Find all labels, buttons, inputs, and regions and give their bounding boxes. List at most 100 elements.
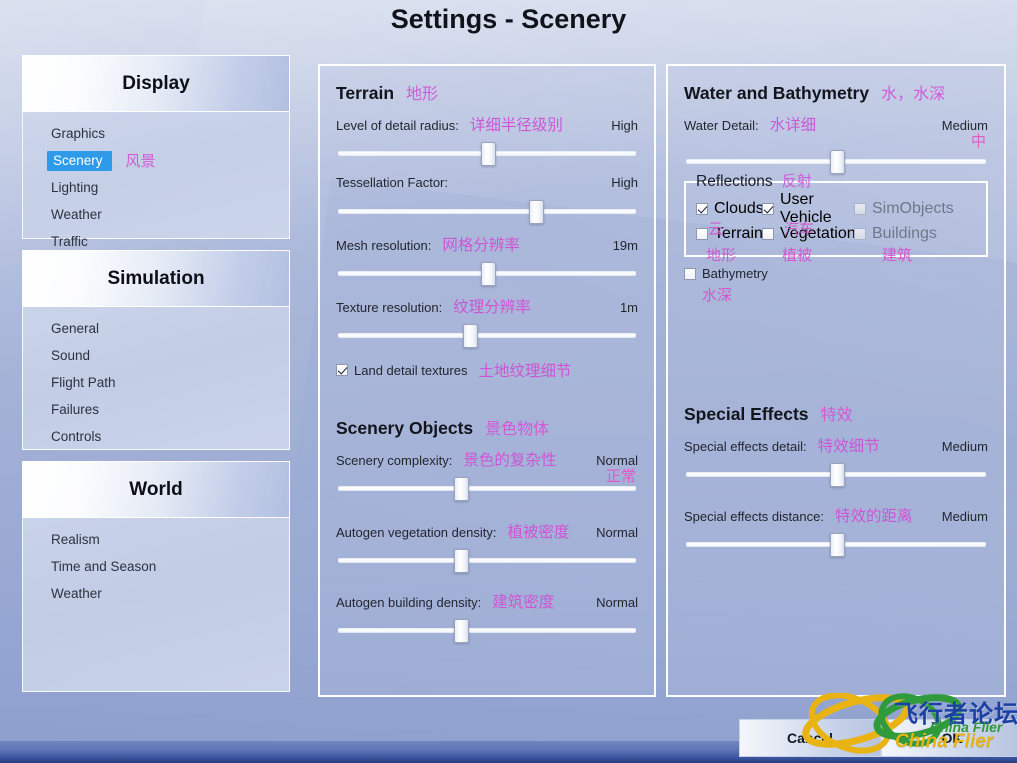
sidebar-item-label: Weather (51, 206, 102, 222)
settings-window: Settings - Scenery Display Graphics Scen… (0, 0, 1017, 763)
sidebar-item-sound[interactable]: Sound (23, 342, 289, 369)
checkbox-icon[interactable] (696, 227, 708, 240)
page-title: Settings - Scenery (390, 4, 627, 34)
checkbox-icon[interactable] (696, 202, 708, 215)
sidebar-item-realism[interactable]: Realism (23, 526, 289, 553)
slider-track[interactable] (338, 628, 636, 632)
sidebar-group-header-world[interactable]: World (22, 461, 290, 518)
reflections-legend-text: Reflections (696, 173, 773, 190)
reflections-groupbox: Reflections 反射 Clouds Terrain 云 地形 User … (684, 172, 988, 264)
sidebar-item-label: Lighting (51, 179, 99, 195)
slider-thumb[interactable] (481, 262, 496, 286)
slider-thumb[interactable] (453, 477, 469, 501)
slider-autogen-vegetation-density[interactable] (336, 548, 638, 573)
sidebar-group-header-simulation[interactable]: Simulation (22, 250, 290, 307)
sidebar-item-failures[interactable]: Failures (23, 396, 289, 423)
reflections-column-3: SimObjects Buildings 建筑 (854, 196, 964, 264)
checkbox-terrain[interactable]: Terrain (696, 221, 763, 246)
sidebar-item-scenery[interactable]: Scenery 风景 (23, 147, 289, 174)
control-annotation-cn: 特效细节 (817, 437, 880, 455)
control-row: Special effects distance: 特效的距离 Medium (684, 504, 988, 526)
sidebar-group-list-display: Graphics Scenery 风景 Lighting Weather Tra… (22, 112, 290, 249)
control-label: Scenery complexity: (336, 453, 453, 468)
sidebar-item-time-and-season[interactable]: Time and Season (23, 553, 289, 580)
sidebar-item-weather[interactable]: Weather (23, 201, 289, 228)
slider-thumb[interactable] (830, 533, 845, 557)
slider-special-effects-detail[interactable] (684, 462, 988, 487)
slider-track[interactable] (338, 558, 636, 562)
sidebar-item-flight-path[interactable]: Flight Path (23, 369, 289, 396)
control-annotation-cn: 水详细 (769, 116, 817, 134)
checkbox-buildings[interactable]: Buildings (854, 221, 964, 246)
slider-thumb[interactable] (481, 142, 496, 166)
slider-track[interactable] (338, 209, 636, 213)
special-effects-title-text: Special Effects (684, 404, 809, 424)
sidebar-group-list-simulation: General Sound Flight Path Failures Contr… (22, 307, 290, 450)
checkbox-simobjects[interactable]: SimObjects (854, 196, 964, 221)
control-value: 19m (612, 238, 638, 253)
sidebar-item-graphics[interactable]: Graphics (23, 120, 289, 147)
sidebar-item-controls[interactable]: Controls (23, 423, 289, 450)
control-label: Water Detail: (684, 118, 759, 133)
checkbox-annotation-cn: 土地纹理细节 (478, 362, 572, 380)
sidebar-item-lighting[interactable]: Lighting (23, 174, 289, 201)
control-annotation-cn: 特效的距离 (834, 507, 913, 525)
sidebar-item-label: General (51, 320, 100, 336)
terrain-panel: Terrain 地形 Level of detail radius: 详细半径级… (318, 64, 656, 697)
cancel-button[interactable]: Cancel (739, 719, 881, 757)
slider-thumb[interactable] (453, 549, 469, 573)
slider-track[interactable] (338, 333, 636, 337)
checkbox-icon[interactable] (684, 267, 696, 280)
checkbox-label: Buildings (872, 224, 937, 242)
control-row: Scenery complexity: 景色的复杂性 Normal 正常 (336, 448, 638, 485)
special-effects-title-annotation-cn: 特效 (820, 405, 853, 424)
checkbox-icon[interactable] (762, 202, 774, 215)
checkbox-annotation-cn-user-vehicle: 汽车 (784, 220, 815, 238)
checkbox-icon[interactable] (336, 364, 348, 376)
sidebar-item-label: Flight Path (51, 374, 116, 390)
slider-water-detail[interactable] (684, 149, 988, 174)
checkbox-icon[interactable] (854, 227, 866, 240)
ok-button[interactable]: OK (881, 719, 1017, 757)
sidebar-item-label: Time and Season (51, 558, 157, 574)
sidebar-item-label: Controls (51, 428, 102, 444)
control-row: Texture resolution: 纹理分辨率 1m (336, 295, 638, 317)
slider-scenery-complexity[interactable] (336, 476, 638, 501)
control-row: Autogen building density: 建筑密度 Normal (336, 590, 638, 612)
control-value: Medium (941, 439, 988, 454)
control-value: Normal (596, 595, 638, 610)
control-special-effects-detail: Special effects detail: 特效细节 Medium (684, 434, 988, 487)
sidebar-item-label: Graphics (51, 125, 106, 141)
slider-tessellation-factor[interactable] (336, 199, 638, 224)
slider-thumb[interactable] (462, 324, 478, 348)
slider-level-of-detail-radius[interactable] (336, 141, 638, 166)
water-panel-inner: Water and Bathymetry 水，水深 Water Detail: … (668, 66, 1004, 557)
sidebar-item-general[interactable]: General (23, 315, 289, 342)
checkbox-icon[interactable] (854, 202, 866, 215)
checkbox-bathymetry[interactable]: Bathymetry 水深 (684, 266, 988, 304)
reflections-legend: Reflections 反射 (693, 170, 817, 191)
slider-thumb[interactable] (529, 200, 545, 224)
slider-thumb[interactable] (830, 463, 845, 487)
slider-autogen-building-density[interactable] (336, 618, 638, 643)
checkbox-clouds[interactable]: Clouds (696, 196, 764, 221)
scenery-objects-title-annotation-cn: 景色物体 (485, 419, 550, 438)
slider-texture-resolution[interactable] (336, 323, 638, 348)
slider-thumb[interactable] (830, 150, 845, 174)
reflections-checkbox-grid: Clouds Terrain 云 地形 User Vehicle Vegetat… (696, 191, 976, 264)
control-row: Level of detail radius: 详细半径级别 High (336, 113, 638, 135)
checkbox-icon[interactable] (762, 227, 774, 240)
control-value: 1m (619, 300, 638, 315)
control-row: Mesh resolution: 网格分辨率 19m (336, 233, 638, 255)
sidebar-item-weather-world[interactable]: Weather (23, 580, 289, 607)
slider-track[interactable] (338, 486, 636, 490)
sidebar-group-header-display[interactable]: Display (22, 55, 290, 112)
terrain-title-text: Terrain (336, 83, 395, 103)
slider-special-effects-distance[interactable] (684, 532, 988, 557)
water-title-annotation-cn: 水，水深 (881, 84, 946, 103)
water-title-text: Water and Bathymetry (684, 83, 870, 103)
checkbox-land-detail-textures[interactable]: Land detail textures 土地纹理细节 (336, 359, 638, 381)
slider-thumb[interactable] (453, 619, 469, 643)
slider-mesh-resolution[interactable] (336, 261, 638, 286)
